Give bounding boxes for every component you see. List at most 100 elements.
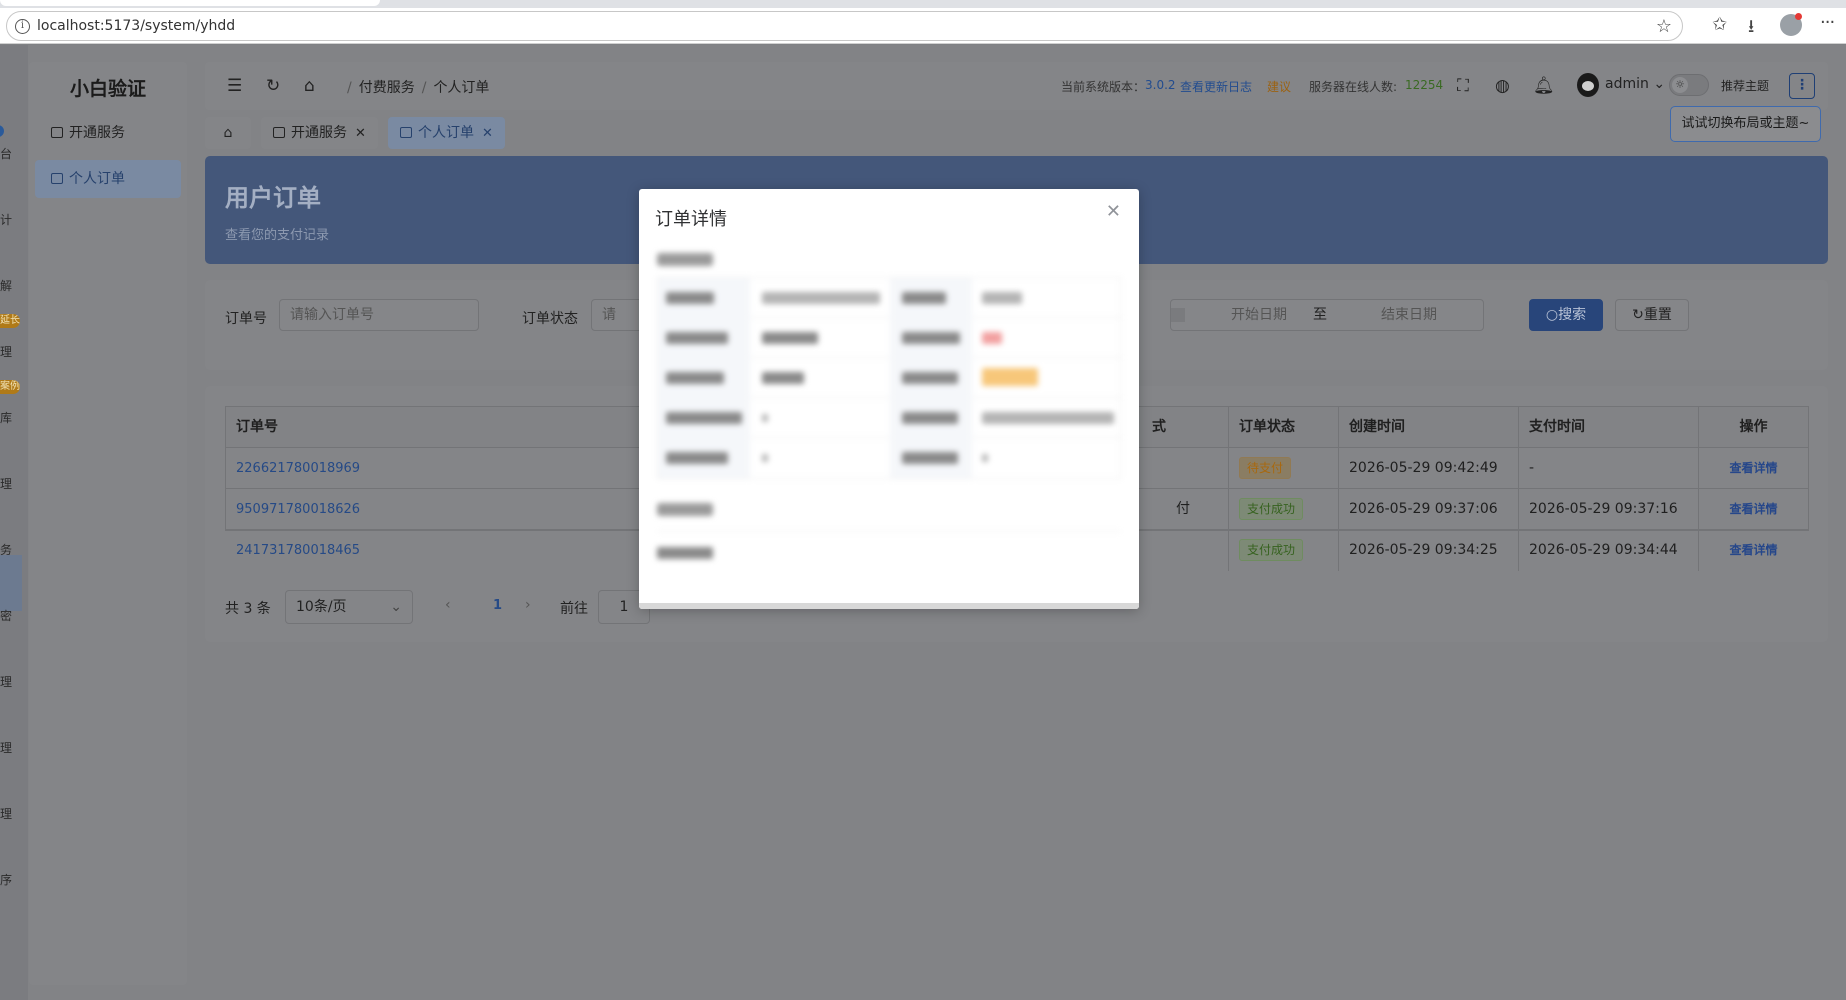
rail-badge: 案例 [0, 380, 20, 394]
tab-home[interactable]: ⌂ [205, 117, 251, 149]
action-cell: 查看详情 [1698, 448, 1808, 489]
th-created: 创建时间 [1338, 407, 1518, 448]
blurred-text [666, 372, 724, 384]
brand-title: 小白验证 [69, 78, 146, 100]
language-globe-icon[interactable]: ◍ [1495, 76, 1510, 96]
settings-more-icon[interactable]: ⋮ [1789, 73, 1815, 99]
theme-tip-popover: 试试切换布局或主题~ [1670, 106, 1821, 142]
tab-personal-orders[interactable]: 个人订单 ✕ [388, 117, 505, 149]
changelog-link[interactable]: 查看更新日志 [1180, 78, 1252, 95]
rail-item[interactable]: 库 [0, 409, 12, 426]
detail-row [658, 278, 1122, 318]
detail-row [658, 358, 1122, 398]
user-avatar[interactable] [1577, 73, 1599, 97]
site-info-icon[interactable]: i [15, 19, 30, 34]
rail-item[interactable]: 计 [0, 211, 12, 228]
bookmark-star-icon[interactable]: ☆ [1656, 16, 1672, 37]
notification-bell-icon[interactable]: 🔔︎ [1533, 76, 1555, 96]
sidebar-item-personal-orders[interactable]: 个人订单 [35, 160, 181, 198]
detail-row [658, 318, 1122, 358]
status-cell: 支付成功 [1228, 489, 1338, 530]
blurred-text [902, 412, 958, 424]
rail-item[interactable]: 理 [0, 673, 12, 690]
recommend-theme-link[interactable]: 推荐主题 [1721, 77, 1769, 94]
address-bar[interactable]: i localhost:5173/system/yhdd ☆ [6, 11, 1683, 41]
status-cell: 待支付 [1228, 448, 1338, 489]
downloads-icon[interactable]: ⭳ [1748, 14, 1754, 44]
th-action: 操作 [1698, 407, 1808, 448]
refresh-icon[interactable]: ↻ [266, 76, 280, 96]
view-detail-link[interactable]: 查看详情 [1729, 543, 1777, 557]
order-no-input[interactable]: 请输入订单号 [279, 299, 479, 331]
created-cell: 2026-05-29 09:34:25 [1338, 530, 1518, 571]
dark-mode-toggle[interactable]: ☼ [1669, 74, 1709, 96]
blurred-detail-table [657, 277, 1122, 479]
next-page-icon[interactable]: › [525, 597, 531, 613]
order-no-cell[interactable]: 226621780018969 [226, 448, 646, 489]
view-detail-link[interactable]: 查看详情 [1729, 461, 1777, 475]
order-no-cell[interactable]: 241731780018465 [226, 530, 646, 571]
blurred-text [902, 452, 958, 464]
reset-button[interactable]: ↻重置 [1615, 299, 1689, 331]
page-number[interactable]: 1 [493, 598, 502, 613]
favorites-icon[interactable]: ✩ [1712, 14, 1727, 35]
rail-item-active[interactable] [0, 555, 22, 611]
rail-item[interactable]: 理 [0, 739, 12, 756]
order-detail-dialog: 订单详情 ✕ [639, 189, 1139, 609]
prev-page-icon[interactable]: ‹ [445, 597, 451, 613]
search-button[interactable]: ○搜索 [1529, 299, 1603, 331]
dialog-body-blurred [639, 235, 1139, 609]
tab-open-service[interactable]: 开通服务 ✕ [261, 117, 378, 149]
version-label: 当前系统版本： [1061, 80, 1146, 94]
pay-method-cell: 付 [1176, 501, 1190, 517]
breadcrumb-item[interactable]: 付费服务 [359, 80, 415, 96]
rail-item[interactable]: 理 [0, 343, 12, 360]
user-menu[interactable]: admin ⌄ [1605, 76, 1665, 92]
blurred-text [902, 292, 946, 304]
home-icon: ⌂ [223, 125, 233, 141]
browser-more-icon[interactable]: ··· [1820, 12, 1835, 33]
sun-icon: ☼ [1672, 77, 1688, 93]
rail-item[interactable]: 序 [0, 871, 12, 888]
blurred-text [666, 292, 714, 304]
status-badge: 支付成功 [1239, 498, 1304, 520]
collapse-menu-icon[interactable]: ☰ [227, 76, 242, 96]
tab-label: 开通服务 [291, 125, 347, 141]
rail-item[interactable]: 务 [0, 541, 12, 558]
search-button-label: 搜索 [1558, 307, 1587, 323]
order-no-cell[interactable]: 950971780018626 [226, 489, 646, 530]
rail-item[interactable]: 解 [0, 277, 12, 294]
close-icon[interactable]: ✕ [482, 126, 493, 141]
rail-item[interactable]: 理 [0, 805, 12, 822]
browser-tab[interactable] [0, 0, 380, 6]
close-icon[interactable]: ✕ [355, 126, 366, 141]
browser-tab-strip [0, 0, 1846, 8]
sidebar-item-open-service[interactable]: 开通服务 [35, 114, 181, 152]
paid-cell: 2026-05-29 09:34:44 [1518, 530, 1698, 571]
divider [657, 531, 1121, 532]
page-size-select[interactable]: 10条/页 ⌄ [285, 590, 413, 624]
online-label: 服务器在线人数: [1309, 80, 1398, 94]
briefcase-icon [273, 127, 285, 138]
view-detail-link[interactable]: 查看详情 [1729, 502, 1777, 516]
rail-item[interactable]: 理 [0, 475, 12, 492]
suggest-link[interactable]: 建议 [1267, 78, 1291, 95]
date-range-picker[interactable]: 开始日期 至 结束日期 [1170, 299, 1484, 331]
close-icon[interactable]: ✕ [1106, 201, 1121, 222]
rail-item[interactable]: 台 [0, 145, 12, 162]
breadcrumb-current: 个人订单 [433, 80, 490, 96]
fullscreen-icon[interactable]: ⛶ [1457, 76, 1469, 96]
sidebar-item-label: 个人订单 [69, 171, 125, 187]
end-date-placeholder: 结束日期 [1381, 307, 1437, 323]
action-cell: 查看详情 [1698, 530, 1808, 571]
home-icon[interactable]: ⌂ [304, 76, 315, 96]
created-cell: 2026-05-29 09:37:06 [1338, 489, 1518, 530]
rail-item[interactable]: 密 [0, 607, 12, 624]
pay-method-cell [1142, 448, 1192, 489]
browser-toolbar: i localhost:5173/system/yhdd ☆ [0, 8, 1846, 44]
url-text[interactable]: localhost:5173/system/yhdd [37, 18, 235, 34]
blurred-section-heading [657, 253, 713, 266]
online-count: 12254 [1405, 78, 1444, 92]
sub-sidebar: 小白验证 开通服务 个人订单 [29, 62, 187, 985]
blurred-text [902, 372, 958, 384]
